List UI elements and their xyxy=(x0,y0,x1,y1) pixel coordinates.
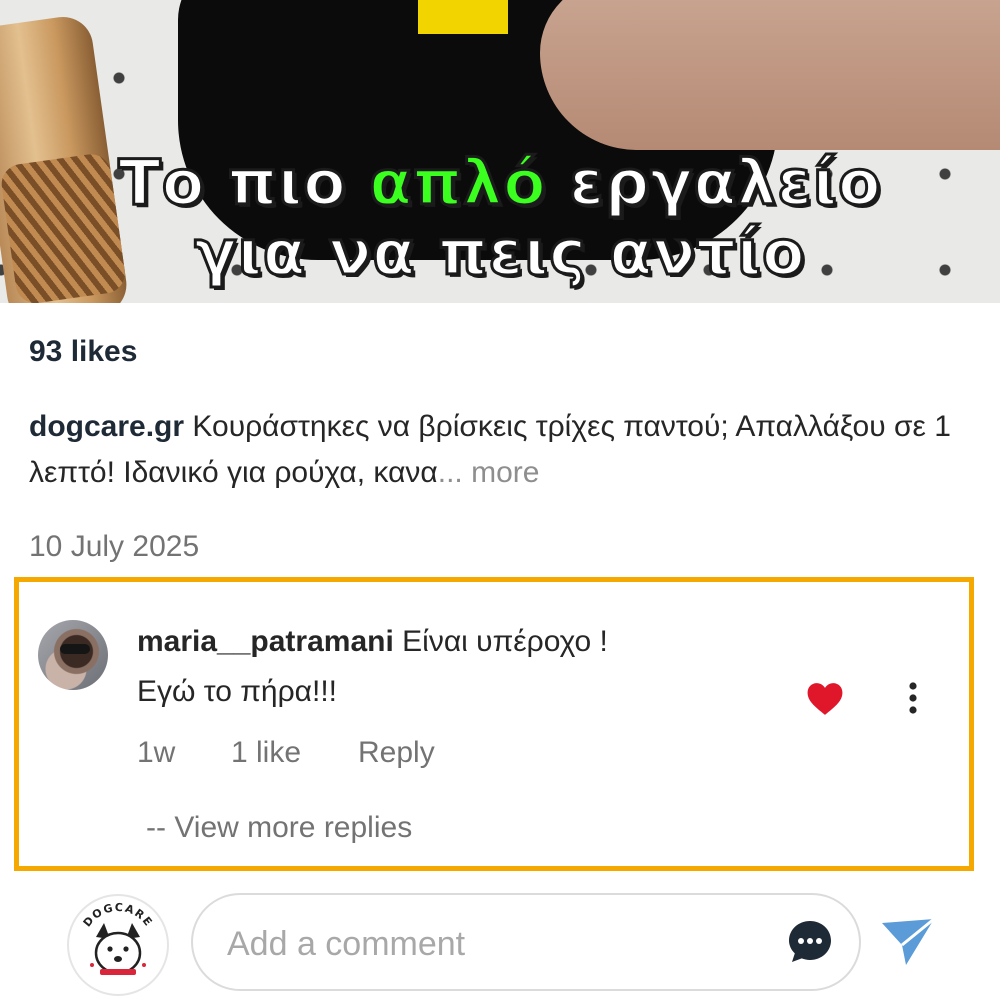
media-caption-pre: Το πιο xyxy=(117,146,370,219)
comment-line1: maria__patramani Είναι υπέροχο ! xyxy=(137,624,787,660)
add-comment-field[interactable] xyxy=(191,893,861,991)
heart-icon[interactable] xyxy=(806,681,844,717)
likes-count[interactable]: 93 likes xyxy=(29,335,137,369)
comment-text-line2: Εγώ το πήρα!!! xyxy=(137,675,338,708)
comment-likes-link[interactable]: 1 like xyxy=(231,736,301,770)
view-more-replies-link[interactable]: -- View more replies xyxy=(146,811,412,845)
media-tool-stripe xyxy=(418,0,508,34)
caption-more-link[interactable]: ... more xyxy=(438,456,540,489)
more-options-icon[interactable] xyxy=(898,678,928,718)
media-hand-shape xyxy=(540,0,1000,150)
media-caption-line1: Το πιο απλό εργαλείο xyxy=(0,150,1000,215)
comment-username[interactable]: maria__patramani xyxy=(137,625,394,658)
post-date: 10 July 2025 xyxy=(29,530,200,563)
commenter-avatar[interactable] xyxy=(38,620,108,690)
post-media[interactable]: Το πιο απλό εργαλείο για να πεις αντίο xyxy=(0,0,1000,303)
media-caption-highlight: απλό xyxy=(368,146,547,219)
send-icon[interactable] xyxy=(880,917,936,967)
dogcare-avatar[interactable]: DOGCARE xyxy=(66,893,170,997)
comment-text-line1: Είναι υπέροχο ! xyxy=(393,625,608,658)
avatar-sunglasses xyxy=(60,644,90,654)
comment-timestamp: 1w xyxy=(137,736,176,769)
caption-username[interactable]: dogcare.gr xyxy=(29,410,184,443)
post-caption: dogcare.gr Κουράστηκες να βρίσκεις τρίχε… xyxy=(29,404,979,496)
chat-bubble-icon[interactable] xyxy=(786,918,834,966)
media-caption-line2: για να πεις αντίο xyxy=(193,216,806,289)
comment-reply-button[interactable]: Reply xyxy=(358,736,435,770)
media-caption-post: εργαλείο xyxy=(546,146,882,219)
add-comment-input[interactable] xyxy=(225,917,769,971)
